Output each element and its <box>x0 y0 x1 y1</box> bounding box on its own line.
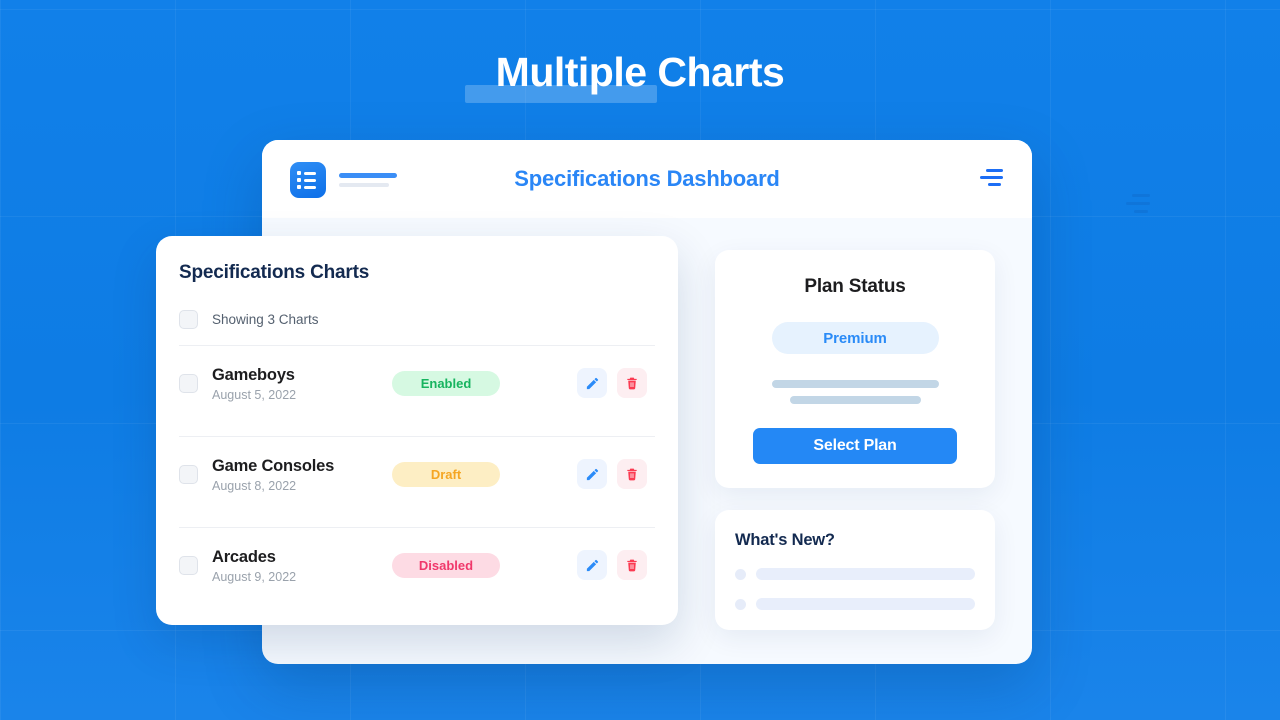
row-text-block: Game Consoles August 8, 2022 <box>212 456 392 493</box>
delete-button[interactable] <box>617 550 647 580</box>
row-name: Arcades <box>212 547 276 566</box>
row-name: Gameboys <box>212 365 295 384</box>
row-text-block: Arcades August 9, 2022 <box>212 547 392 584</box>
status-badge: Disabled <box>392 552 500 578</box>
page-title: Multiple Charts <box>495 49 785 95</box>
pencil-icon <box>586 559 598 571</box>
plan-status-title: Plan Status <box>804 276 906 297</box>
row-date: August 5, 2022 <box>212 387 297 402</box>
brand-block <box>290 162 397 198</box>
charts-card-title: Specifications Charts <box>179 262 370 283</box>
placeholder-bar <box>756 598 975 610</box>
page-title-container: Multiple Charts <box>0 44 1280 103</box>
list-item[interactable] <box>735 568 975 580</box>
row-date: August 9, 2022 <box>212 569 297 584</box>
row-name: Game Consoles <box>212 456 335 475</box>
edit-button[interactable] <box>577 368 607 398</box>
row-checkbox[interactable] <box>179 464 198 484</box>
bullet-dot-icon <box>735 568 746 580</box>
hamburger-menu-icon[interactable] <box>979 168 1005 188</box>
row-actions <box>577 550 647 580</box>
background-hamburger-icon <box>1124 194 1154 216</box>
table-row[interactable]: Arcades August 9, 2022 Disabled <box>179 528 656 602</box>
edit-button[interactable] <box>577 459 607 489</box>
trash-icon <box>627 559 637 571</box>
row-actions <box>577 368 647 398</box>
row-date: August 8, 2022 <box>212 478 297 493</box>
delete-button[interactable] <box>617 459 647 489</box>
whats-new-card: What's New? <box>715 510 995 630</box>
bullet-dot-icon <box>735 598 746 610</box>
row-text-block: Gameboys August 5, 2022 <box>212 365 392 402</box>
select-plan-button[interactable]: Select Plan <box>753 428 957 464</box>
pencil-icon <box>586 468 598 480</box>
plan-placeholder-bars <box>715 380 995 404</box>
list-item[interactable] <box>735 598 975 610</box>
row-checkbox[interactable] <box>179 373 198 393</box>
plan-badge[interactable]: Premium <box>771 322 939 354</box>
trash-icon <box>627 377 637 389</box>
status-badge: Draft <box>392 461 500 487</box>
status-badge: Enabled <box>392 370 500 396</box>
row-checkbox[interactable] <box>179 555 198 575</box>
list-logo-icon <box>290 162 326 198</box>
showing-charts-row: Showing 3 Charts <box>179 310 656 329</box>
brand-placeholder-lines <box>339 173 397 187</box>
trash-icon <box>627 468 637 480</box>
showing-charts-label: Showing 3 Charts <box>212 312 319 327</box>
delete-button[interactable] <box>617 368 647 398</box>
row-actions <box>577 459 647 489</box>
select-all-checkbox[interactable] <box>179 310 198 329</box>
whats-new-title: What's New? <box>735 531 835 549</box>
edit-button[interactable] <box>577 550 607 580</box>
table-row[interactable]: Game Consoles August 8, 2022 Draft <box>179 437 656 511</box>
table-row[interactable]: Gameboys August 5, 2022 Enabled <box>179 346 656 420</box>
specifications-charts-card: Specifications Charts Showing 3 Charts G… <box>156 236 678 625</box>
pencil-icon <box>586 377 598 389</box>
placeholder-bar <box>756 568 975 580</box>
plan-status-card: Plan Status Premium Select Plan <box>715 250 995 488</box>
